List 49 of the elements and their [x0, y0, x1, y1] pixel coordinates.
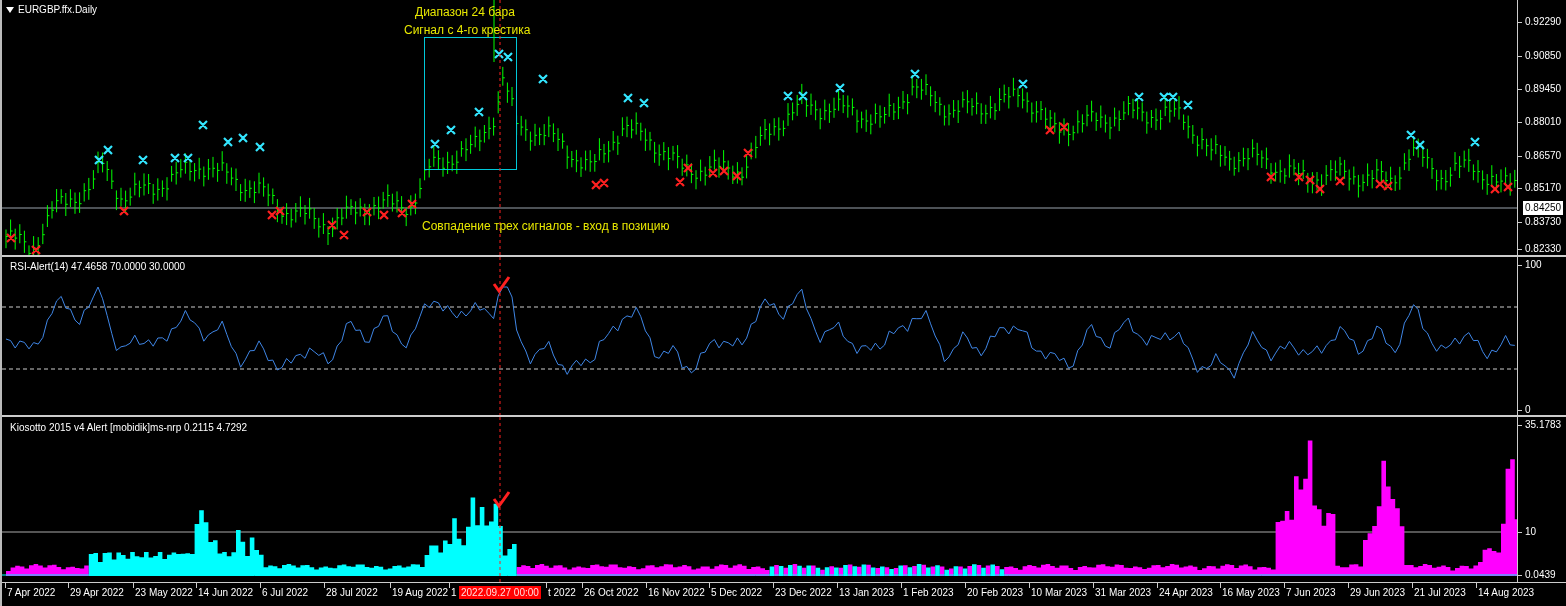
- crosshair-date-label: 2022.09.27 00:00: [459, 586, 541, 599]
- date-label: 1 Feb 2023: [903, 586, 954, 599]
- date-label: 16 May 2023: [1222, 586, 1280, 599]
- axis-label: 100: [1525, 258, 1542, 272]
- indicator-title: RSI-Alert(14) 47.4658 70.0000 30.0000: [10, 260, 186, 274]
- date-label: 14 Aug 2023: [1478, 586, 1535, 599]
- date-label: 16 Nov 2022: [648, 586, 705, 599]
- axis-label: 0.0439: [1525, 568, 1556, 582]
- date-label: 28 Jul 2022: [326, 586, 378, 599]
- date-label: 29 Jun 2023: [1350, 586, 1406, 599]
- date-label: 1: [451, 586, 457, 599]
- date-label: 7 Apr 2022: [7, 586, 56, 599]
- date-label: 6 Jul 2022: [262, 586, 309, 599]
- axis-label: 0.89450: [1525, 82, 1562, 96]
- date-label: 5 Dec 2022: [711, 586, 763, 599]
- annotation-text: Сигнал с 4-го крестика: [404, 22, 531, 39]
- date-label: 29 Apr 2022: [70, 586, 124, 599]
- date-label: 7 Jun 2023: [1286, 586, 1336, 599]
- date-label: 19 Aug 2022: [392, 586, 449, 599]
- current-price-label: 0.84250: [1523, 201, 1564, 215]
- date-label: 31 Mar 2023: [1095, 586, 1152, 599]
- axis-label: 10: [1525, 525, 1537, 539]
- axis-label: 0.82330: [1525, 242, 1562, 256]
- date-label: 23 Dec 2022: [775, 586, 832, 599]
- date-label: 24 Apr 2023: [1159, 586, 1213, 599]
- date-label: 26 Oct 2022: [584, 586, 639, 599]
- chart-symbol-title: EURGBP.ffx.Daily: [18, 3, 98, 17]
- checkmark-icon: [492, 276, 511, 294]
- vertical-marker-line: [493, 0, 495, 63]
- annotation-text: Совпадение трех сигналов - вход в позицию: [422, 218, 670, 235]
- axis-label: 0.86570: [1525, 149, 1562, 163]
- date-label: t 2022: [548, 586, 576, 599]
- axis-label: 0.83730: [1525, 215, 1562, 229]
- axis-label: 0.88010: [1525, 115, 1562, 129]
- axis-label: 0: [1525, 403, 1531, 417]
- axis-label: 0.85170: [1525, 181, 1562, 195]
- annotation-text: Диапазон 24 бара: [415, 4, 515, 21]
- date-label: 14 Jun 2022: [198, 586, 254, 599]
- date-label: 20 Feb 2023: [967, 586, 1024, 599]
- indicator-title: Kiosotto 2015 v4 Alert [mobidik]ms-nrp 0.2115 4.7292: [10, 421, 248, 435]
- dropdown-triangle-icon[interactable]: [6, 6, 14, 13]
- axis-label: 0.90850: [1525, 49, 1562, 63]
- date-label: 23 May 2022: [135, 586, 193, 599]
- date-label: 13 Jan 2023: [839, 586, 895, 599]
- date-label: 10 Mar 2023: [1031, 586, 1088, 599]
- axis-label: 0.92290: [1525, 15, 1562, 29]
- axis-label: 35.1783: [1525, 418, 1562, 432]
- checkmark-icon: [492, 491, 511, 509]
- date-label: 21 Jul 2023: [1414, 586, 1466, 599]
